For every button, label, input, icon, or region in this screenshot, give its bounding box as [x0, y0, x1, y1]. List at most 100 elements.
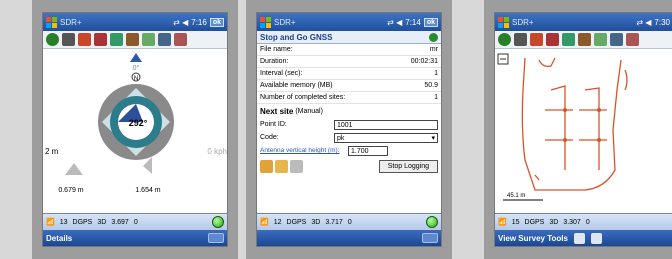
status-led-icon[interactable]: [212, 216, 224, 228]
fix-mode: DGPS: [72, 218, 93, 226]
tools-icon[interactable]: [158, 33, 171, 46]
tools-icon[interactable]: [610, 33, 623, 46]
bearing-value: 292°: [129, 118, 148, 128]
pen-icon[interactable]: [126, 33, 139, 46]
app-title: SDR+: [60, 17, 82, 27]
status-zero: 0: [585, 218, 590, 226]
measure-icon[interactable]: [142, 33, 155, 46]
receiver-icon: 📶: [46, 219, 55, 226]
menu-details[interactable]: Details: [46, 234, 72, 243]
code-select[interactable]: pk ▾: [334, 132, 438, 143]
pdop: 3.307: [563, 218, 581, 226]
device-screen-2: SDR+ ⇄ ◀ 7:14 ok Stop and Go GNSS File n…: [256, 12, 442, 247]
row-duration: Duration: 00:02:31: [257, 56, 441, 68]
row-completed: Number of completed sites: 1: [257, 92, 441, 104]
stakeout-icon[interactable]: [562, 33, 575, 46]
keyboard-icon[interactable]: [422, 233, 438, 243]
windows-start-icon[interactable]: [46, 16, 57, 28]
survey-points: [563, 108, 601, 142]
antenna-link[interactable]: Antenna vertical height (m):: [260, 147, 348, 154]
windows-start-icon[interactable]: [498, 16, 509, 28]
keyboard-icon[interactable]: [208, 233, 224, 243]
title-bar: SDR+ ⇄ ◀ 7:30: [495, 13, 672, 31]
map-view[interactable]: 45.1 m: [495, 50, 672, 210]
point-id-field: Point ID: 1001: [257, 118, 441, 131]
ok-button[interactable]: ok: [209, 17, 224, 27]
point-id-input[interactable]: 1001: [334, 119, 438, 130]
status-bar: 📶 13 DGPS 3D 3.697 0: [43, 213, 227, 230]
fix-dim: 3D: [97, 218, 107, 226]
zoom-icon[interactable]: [573, 232, 585, 244]
row-memory: Available memory (MB) 50.9: [257, 80, 441, 92]
status-zero: 0: [347, 218, 352, 226]
scale-label: 45.1 m: [507, 193, 525, 199]
toolbar: [495, 31, 672, 49]
ok-button[interactable]: ok: [423, 17, 438, 27]
wrench-icon[interactable]: [94, 33, 107, 46]
fix-mode: DGPS: [524, 218, 545, 226]
compass-view: 0° N 292° 2 m 0 kph 0.679 m 1.654 m: [45, 53, 227, 194]
stop-logging-button[interactable]: Stop Logging: [378, 160, 438, 173]
fix-dim: 3D: [549, 218, 559, 226]
distance-left: 2 m: [45, 147, 59, 156]
clock: 7:14: [405, 17, 421, 27]
gps-icon: [429, 32, 438, 42]
target-icon[interactable]: [260, 160, 273, 173]
direction-arrow-icon: [130, 53, 142, 62]
status-bar: 📶 15 DGPS 3D 3.307 0: [495, 213, 672, 230]
app-title: SDR+: [512, 17, 534, 27]
fix-mode: DGPS: [286, 218, 307, 226]
clock: 7:16: [191, 17, 207, 27]
menu-bar: View Survey Tools: [495, 230, 672, 246]
title-bar: SDR+ ⇄ ◀ 7:14 ok: [257, 13, 441, 31]
clock: 7:30: [654, 17, 670, 27]
row-interval: Interval (sec): 1: [257, 68, 441, 80]
antenna-field: Antenna vertical height (m): 1.700: [257, 144, 441, 157]
level-icon[interactable]: [62, 33, 75, 46]
chart-icon[interactable]: [530, 33, 543, 46]
app-title: SDR+: [274, 17, 296, 27]
pdop: 3.697: [111, 218, 129, 226]
satellite-count: 12: [273, 218, 282, 226]
status-zero: 0: [133, 218, 138, 226]
chart-icon[interactable]: [78, 33, 91, 46]
offset-right: 1.654 m: [135, 187, 160, 194]
menu-bar: Details: [43, 230, 227, 246]
menu-view-survey-tools[interactable]: View Survey Tools: [498, 234, 568, 243]
action-row: Stop Logging: [257, 157, 441, 176]
satellite-count: 13: [59, 218, 68, 226]
level-icon[interactable]: [514, 33, 527, 46]
pen-icon[interactable]: [578, 33, 591, 46]
grid-icon[interactable]: [590, 232, 602, 244]
settings-icon[interactable]: [174, 33, 187, 46]
receiver-icon: 📶: [260, 219, 269, 226]
left-arrow-icon: [143, 157, 152, 174]
windows-start-icon[interactable]: [260, 16, 271, 28]
wrench-icon[interactable]: [546, 33, 559, 46]
toolbar: [43, 31, 227, 49]
menu-bar: [257, 230, 441, 246]
device-screen-3: SDR+ ⇄ ◀ 7:30 45.1 m 📶 15 DGPS 3D 3.307 …: [494, 12, 672, 247]
signal-icon: ⇄ ◀: [173, 17, 189, 27]
fix-dim: 3D: [311, 218, 321, 226]
pdop: 3.717: [325, 218, 343, 226]
north-label: N: [134, 76, 138, 82]
settings-icon[interactable]: [626, 33, 639, 46]
gps-icon[interactable]: [498, 33, 511, 46]
next-site-heading: Next site (Manual): [260, 106, 323, 116]
status-led-icon[interactable]: [426, 216, 438, 228]
measure-icon[interactable]: [594, 33, 607, 46]
target2-icon[interactable]: [275, 160, 288, 173]
survey-lines: [521, 57, 628, 191]
satellite-count: 15: [511, 218, 520, 226]
status-bar: 📶 12 DGPS 3D 3.717 0: [257, 213, 441, 230]
speed: 0 kph: [207, 147, 227, 156]
stakeout-icon[interactable]: [110, 33, 123, 46]
receiver-icon: 📶: [498, 219, 507, 226]
gps-icon[interactable]: [46, 33, 59, 46]
signal-icon: ⇄ ◀: [387, 17, 403, 27]
title-bar: SDR+ ⇄ ◀ 7:16 ok: [43, 13, 227, 31]
list-icon[interactable]: [290, 160, 303, 173]
code-field: Code: pk ▾: [257, 131, 441, 144]
antenna-input[interactable]: 1.700: [348, 145, 388, 156]
